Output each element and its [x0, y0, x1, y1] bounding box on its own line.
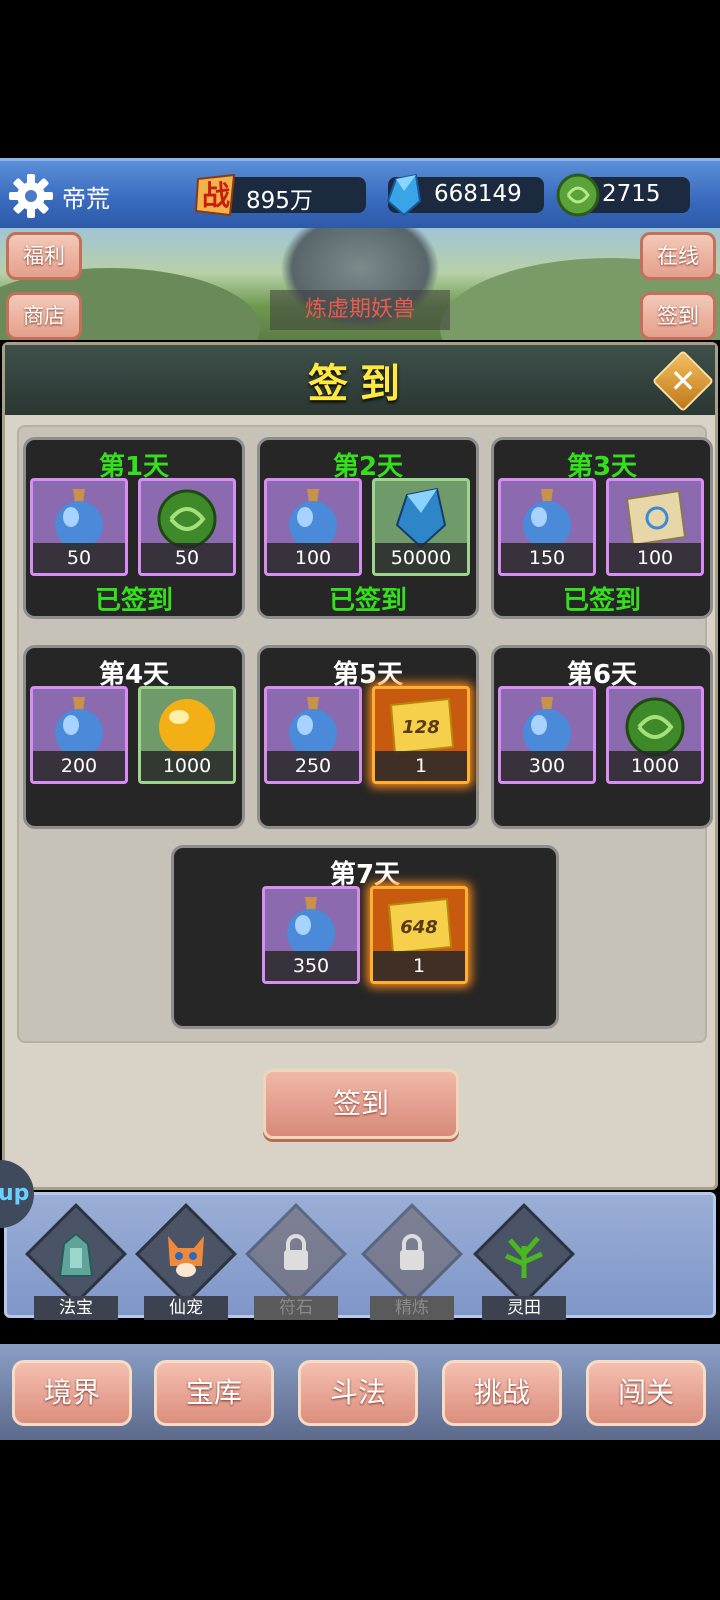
- lock-icon: [388, 1226, 436, 1282]
- checkin-side-button[interactable]: 签到: [640, 292, 716, 340]
- coupon-face-value: 128: [402, 717, 440, 738]
- function-label: 符石: [254, 1296, 338, 1320]
- reward-item[interactable]: 50: [138, 478, 236, 576]
- reward-count: 100: [609, 543, 701, 573]
- reward-item[interactable]: 128 1: [372, 686, 470, 784]
- reward-item[interactable]: 350: [262, 886, 360, 984]
- reward-count: 1: [373, 951, 465, 981]
- reward-count: 250: [267, 751, 359, 781]
- reward-count: 100: [267, 543, 359, 573]
- reward-item[interactable]: 300: [498, 686, 596, 784]
- potion-icon: [287, 897, 335, 957]
- welfare-button[interactable]: 福利: [6, 232, 82, 280]
- plant-icon: [500, 1226, 548, 1282]
- reward-item[interactable]: 200: [30, 686, 128, 784]
- function-label: 精炼: [370, 1296, 454, 1320]
- bottom-tab-bar: 境界 宝库 斗法 挑战 闯关: [0, 1344, 720, 1440]
- tab-realm[interactable]: 境界: [12, 1360, 132, 1426]
- reward-item[interactable]: 150: [498, 478, 596, 576]
- coupon-face-value: 648: [400, 917, 438, 938]
- potion-icon: [55, 489, 103, 549]
- scroll-icon: [625, 489, 687, 547]
- online-button[interactable]: 在线: [640, 232, 716, 280]
- day-card: 第2天 100 50000 已签到: [257, 437, 479, 619]
- reward-count: 1: [375, 751, 467, 781]
- dialog-title: 签到: [308, 361, 412, 407]
- function-spirit-field[interactable]: 灵田: [473, 1203, 575, 1320]
- reward-count: 50: [33, 543, 125, 573]
- pet-icon: [162, 1226, 210, 1282]
- reward-item[interactable]: 50: [30, 478, 128, 576]
- day-card: 第5天 250 128 1: [257, 645, 479, 829]
- tab-treasury[interactable]: 宝库: [154, 1360, 274, 1426]
- status-bar: 帝荒 战 895万 668149 2715: [0, 158, 720, 228]
- close-icon[interactable]: ✕: [665, 359, 701, 403]
- reward-count: 50000: [375, 543, 467, 573]
- tab-stages[interactable]: 闯关: [586, 1360, 706, 1426]
- jade-value: 2715: [602, 181, 661, 207]
- potion-icon: [523, 697, 571, 757]
- day-card: 第4天 200 1000: [23, 645, 245, 829]
- gear-icon[interactable]: [8, 173, 54, 219]
- sign-in-button[interactable]: 签到: [263, 1069, 459, 1139]
- function-pet[interactable]: 仙宠: [135, 1203, 237, 1320]
- battle-icon: 战: [194, 173, 236, 217]
- reward-count: 50: [141, 543, 233, 573]
- day-title: 第7天: [329, 860, 401, 890]
- function-label: 灵田: [482, 1296, 566, 1320]
- days-grid: 第1天 50 50 已签到 第2天 100 50000 已签到 第3天 150 100 已签到 第4天 2…: [17, 425, 713, 1043]
- crystal-icon: [386, 173, 422, 217]
- power-display: 战 895万: [194, 173, 366, 217]
- jade-coin-icon: [556, 173, 600, 217]
- reward-count: 350: [265, 951, 357, 981]
- gems-value: 668149: [434, 181, 522, 207]
- reward-item[interactable]: 50000: [372, 478, 470, 576]
- reward-count: 1000: [609, 751, 701, 781]
- power-value: 895万: [246, 188, 313, 214]
- tab-duel[interactable]: 斗法: [298, 1360, 418, 1426]
- reward-item[interactable]: 250: [264, 686, 362, 784]
- function-label: 仙宠: [144, 1296, 228, 1320]
- jade-coin-icon: [625, 697, 685, 757]
- reward-item[interactable]: 648 1: [370, 886, 468, 984]
- function-label: 法宝: [34, 1296, 118, 1320]
- claimed-status: 已签到: [562, 586, 641, 616]
- jade-display: 2715: [556, 173, 690, 217]
- potion-icon: [523, 489, 571, 549]
- day-card: 第7天 350 648 1: [171, 845, 559, 1029]
- reward-item[interactable]: 1000: [606, 686, 704, 784]
- reward-count: 150: [501, 543, 593, 573]
- potion-icon: [55, 697, 103, 757]
- dialog-header: 签到 ✕: [5, 345, 715, 415]
- reward-item[interactable]: 100: [606, 478, 704, 576]
- lock-icon: [272, 1226, 320, 1282]
- reward-count: 1000: [141, 751, 233, 781]
- function-runestone[interactable]: 符石: [245, 1203, 347, 1320]
- gold-orb-icon: [159, 699, 215, 755]
- treasure-icon: [52, 1226, 100, 1282]
- reward-item[interactable]: 100: [264, 478, 362, 576]
- reward-item[interactable]: 1000: [138, 686, 236, 784]
- checkin-dialog: 签到 ✕ 第1天 50 50 已签到 第2天 100 50000 已签到 第3天 150 100 已签…: [2, 342, 718, 1190]
- function-refine[interactable]: 精炼: [361, 1203, 463, 1320]
- potion-icon: [289, 697, 337, 757]
- gems-display: 668149: [386, 173, 544, 217]
- potion-icon: [289, 489, 337, 549]
- day-card: 第3天 150 100 已签到: [491, 437, 713, 619]
- jade-coin-icon: [157, 489, 217, 549]
- crystal-icon: [395, 487, 447, 549]
- tab-challenge[interactable]: 挑战: [442, 1360, 562, 1426]
- stage-label: 炼虚期妖兽: [270, 290, 450, 330]
- reward-count: 200: [33, 751, 125, 781]
- day-card: 第1天 50 50 已签到: [23, 437, 245, 619]
- svg-text:战: 战: [202, 179, 230, 212]
- shop-button[interactable]: 商店: [6, 292, 82, 340]
- claimed-status: 已签到: [94, 586, 173, 616]
- function-treasure[interactable]: 法宝: [25, 1203, 127, 1320]
- day-card: 第6天 300 1000: [491, 645, 713, 829]
- player-name: 帝荒: [62, 185, 110, 213]
- reward-count: 300: [501, 751, 593, 781]
- claimed-status: 已签到: [328, 586, 407, 616]
